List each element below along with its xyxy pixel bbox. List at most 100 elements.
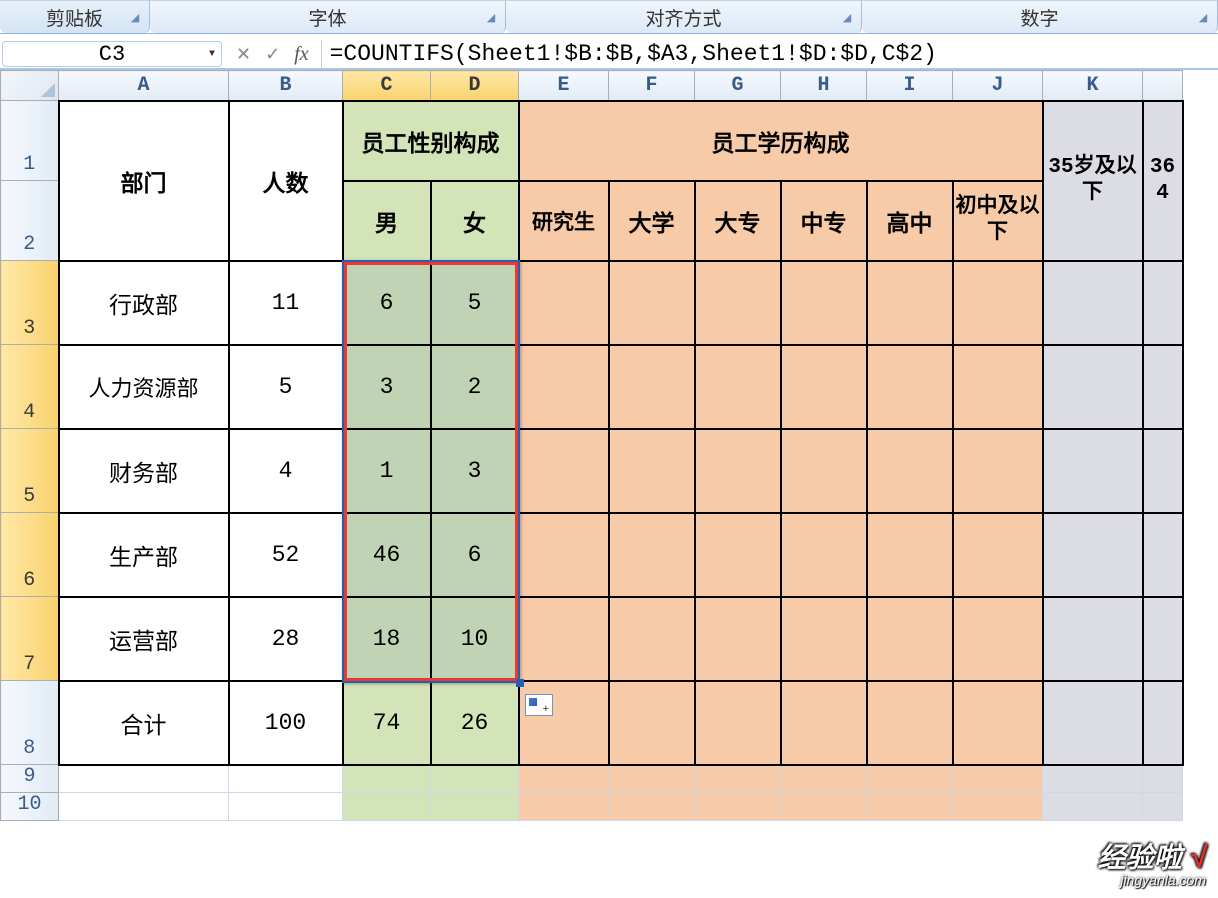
- cell-empty[interactable]: [609, 793, 695, 821]
- dropdown-icon[interactable]: ▼: [209, 49, 215, 60]
- cell-empty[interactable]: [867, 765, 953, 793]
- col-header[interactable]: A: [59, 71, 229, 101]
- cell-empty[interactable]: [781, 681, 867, 765]
- dialog-launcher-icon[interactable]: ◢: [1195, 9, 1211, 25]
- name-box[interactable]: C3 ▼: [2, 41, 222, 67]
- cell-empty[interactable]: [609, 597, 695, 681]
- cell-empty[interactable]: [867, 681, 953, 765]
- ribbon-number[interactable]: 数字 ◢: [862, 0, 1218, 33]
- cell-dept[interactable]: 运营部: [59, 597, 229, 681]
- cell-male[interactable]: 3: [343, 345, 431, 429]
- cell-empty[interactable]: [1043, 765, 1143, 793]
- col-header[interactable]: K: [1043, 71, 1143, 101]
- cell-male[interactable]: 46: [343, 513, 431, 597]
- dialog-launcher-icon[interactable]: ◢: [127, 9, 143, 25]
- col-header[interactable]: [1143, 71, 1183, 101]
- cell-empty[interactable]: [519, 597, 609, 681]
- cell-empty[interactable]: [781, 597, 867, 681]
- formula-input[interactable]: =COUNTIFS(Sheet1!$B:$B,$A3,Sheet1!$D:$D,…: [321, 40, 1218, 68]
- cell-count[interactable]: 28: [229, 597, 343, 681]
- cell-empty[interactable]: [1043, 793, 1143, 821]
- cell-dept[interactable]: 人力资源部: [59, 345, 229, 429]
- ribbon-alignment[interactable]: 对齐方式 ◢: [506, 0, 862, 33]
- cell-empty[interactable]: [695, 429, 781, 513]
- cell-empty[interactable]: [867, 513, 953, 597]
- col-header[interactable]: H: [781, 71, 867, 101]
- row-header[interactable]: 6: [1, 513, 59, 597]
- cell-male[interactable]: 1: [343, 429, 431, 513]
- cell-empty[interactable]: [781, 793, 867, 821]
- dialog-launcher-icon[interactable]: ◢: [839, 9, 855, 25]
- cell-empty[interactable]: [609, 429, 695, 513]
- cell-empty[interactable]: [519, 765, 609, 793]
- cell-empty[interactable]: [431, 793, 519, 821]
- cell-empty[interactable]: [1143, 429, 1183, 513]
- cell-dept[interactable]: 行政部: [59, 261, 229, 345]
- row-header[interactable]: 8: [1, 681, 59, 765]
- cell-male[interactable]: 74: [343, 681, 431, 765]
- cell-empty[interactable]: [867, 345, 953, 429]
- cell-empty[interactable]: [519, 513, 609, 597]
- cell-empty[interactable]: [609, 513, 695, 597]
- cell-empty[interactable]: [1143, 793, 1183, 821]
- cell-empty[interactable]: [867, 261, 953, 345]
- cell-empty[interactable]: [953, 513, 1043, 597]
- col-header[interactable]: B: [229, 71, 343, 101]
- cell-empty[interactable]: [609, 681, 695, 765]
- cell-female[interactable]: 3: [431, 429, 519, 513]
- cell-empty[interactable]: [781, 429, 867, 513]
- cell-empty[interactable]: [1143, 513, 1183, 597]
- cell-female[interactable]: 2: [431, 345, 519, 429]
- cell-male[interactable]: 6: [343, 261, 431, 345]
- cell-empty[interactable]: [953, 261, 1043, 345]
- cell-count[interactable]: 52: [229, 513, 343, 597]
- cell-empty[interactable]: [695, 345, 781, 429]
- cell-count[interactable]: 5: [229, 345, 343, 429]
- col-header[interactable]: D: [431, 71, 519, 101]
- row-header[interactable]: 4: [1, 345, 59, 429]
- cell-empty[interactable]: [781, 261, 867, 345]
- cell-female[interactable]: 26: [431, 681, 519, 765]
- select-all-corner[interactable]: [1, 71, 59, 101]
- cell-empty[interactable]: [1043, 681, 1143, 765]
- col-header[interactable]: C: [343, 71, 431, 101]
- cell-empty[interactable]: [1043, 429, 1143, 513]
- ribbon-font[interactable]: 字体 ◢: [150, 0, 506, 33]
- fill-handle[interactable]: [516, 679, 524, 687]
- cell-empty[interactable]: [695, 793, 781, 821]
- cell-empty[interactable]: [953, 793, 1043, 821]
- cell-empty[interactable]: [59, 765, 229, 793]
- cell-empty[interactable]: [781, 513, 867, 597]
- cell-count[interactable]: 100: [229, 681, 343, 765]
- col-header[interactable]: E: [519, 71, 609, 101]
- cell-empty[interactable]: [953, 597, 1043, 681]
- cell-empty[interactable]: [867, 597, 953, 681]
- cell-empty[interactable]: [519, 261, 609, 345]
- cell-empty[interactable]: [59, 793, 229, 821]
- cell-empty[interactable]: [867, 793, 953, 821]
- col-header[interactable]: G: [695, 71, 781, 101]
- cell-male[interactable]: 18: [343, 597, 431, 681]
- autofill-options-icon[interactable]: [525, 694, 553, 716]
- cell-empty[interactable]: [867, 429, 953, 513]
- cell-empty[interactable]: [1043, 513, 1143, 597]
- cell-empty[interactable]: [695, 597, 781, 681]
- row-header[interactable]: 7: [1, 597, 59, 681]
- cell-female[interactable]: 5: [431, 261, 519, 345]
- row-header[interactable]: 1: [1, 101, 59, 181]
- cell-empty[interactable]: [953, 681, 1043, 765]
- cell-empty[interactable]: [781, 345, 867, 429]
- cell-empty[interactable]: [229, 793, 343, 821]
- cell-empty[interactable]: [1143, 765, 1183, 793]
- cell-empty[interactable]: [519, 429, 609, 513]
- cell-empty[interactable]: [519, 793, 609, 821]
- col-header[interactable]: I: [867, 71, 953, 101]
- cell-empty[interactable]: [609, 261, 695, 345]
- cell-empty[interactable]: [343, 793, 431, 821]
- cell-empty[interactable]: [1143, 345, 1183, 429]
- enter-icon[interactable]: ✓: [265, 44, 280, 65]
- cell-empty[interactable]: [1043, 345, 1143, 429]
- cell-dept[interactable]: 财务部: [59, 429, 229, 513]
- cell-count[interactable]: 4: [229, 429, 343, 513]
- cell-empty[interactable]: [1043, 597, 1143, 681]
